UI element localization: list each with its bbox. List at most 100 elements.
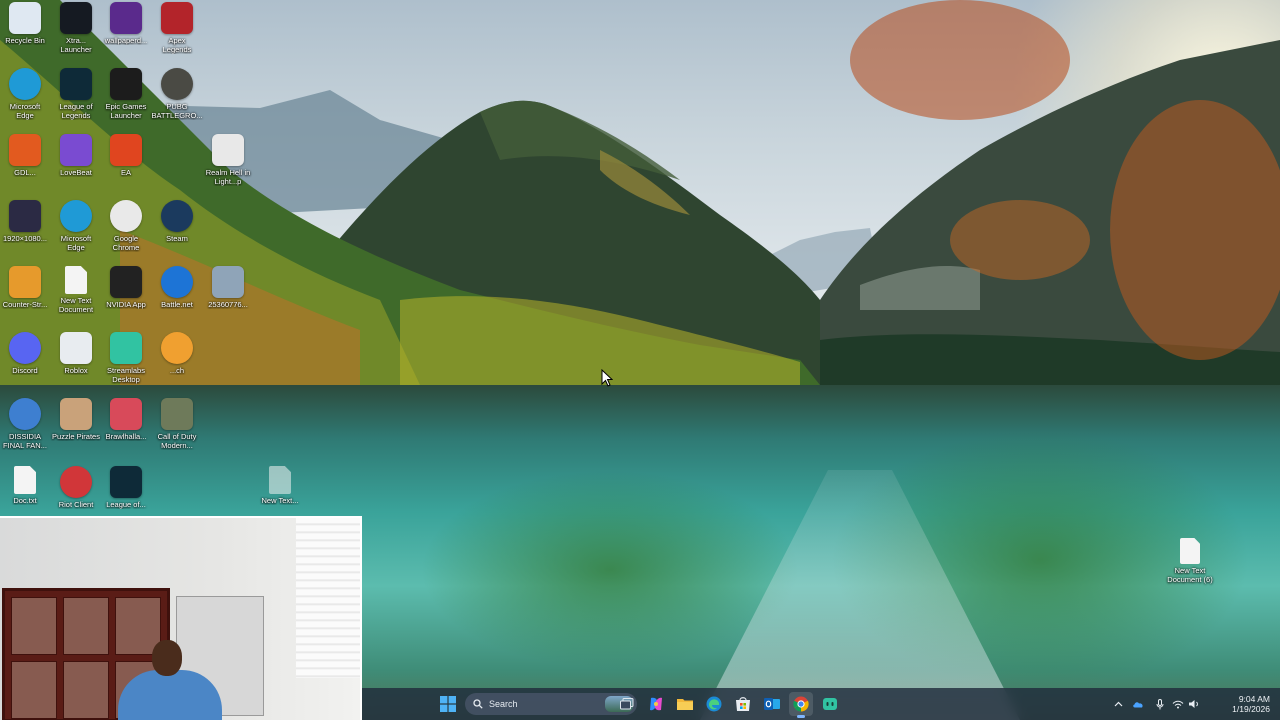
onedrive-cloud-icon[interactable] xyxy=(1132,698,1144,710)
desktop-icon-ea[interactable]: EA xyxy=(101,134,151,177)
streamlabs-icon xyxy=(823,698,837,710)
desktop-icon-label: Microsoft Edge xyxy=(60,234,92,252)
desktop-icon-streamlabs[interactable]: Streamlabs Desktop xyxy=(101,332,151,384)
room-window-blinds xyxy=(296,518,360,678)
outlook-button[interactable] xyxy=(760,692,784,716)
chevron-up-icon[interactable] xyxy=(1112,698,1124,710)
desktop-icon-discord[interactable]: Discord xyxy=(0,332,50,375)
desktop-icon-epic[interactable]: Epic Games Launcher xyxy=(101,68,151,120)
desktop-icon-photo[interactable]: 25360776... xyxy=(203,266,253,309)
clock-time: 9:04 AM xyxy=(1238,694,1270,704)
chrome-icon xyxy=(110,200,142,232)
desktop-icon-recycle-bin[interactable]: Recycle Bin xyxy=(0,2,50,45)
mouse-pointer-icon xyxy=(601,369,613,387)
desktop-icon-roblox[interactable]: Roblox xyxy=(51,332,101,375)
desktop-icon-chrome[interactable]: Google Chrome xyxy=(101,200,151,252)
epic-games-icon xyxy=(110,68,142,100)
desktop-icon-overwatch[interactable]: ...ch xyxy=(152,332,202,375)
taskbar: Search 9:04 AM 1/19/2026 xyxy=(362,688,1280,720)
desktop-icon-nvidia[interactable]: NVIDIA App xyxy=(101,266,151,309)
desktop-icon-label: Steam xyxy=(166,234,188,243)
riot-client-icon xyxy=(60,466,92,498)
desktop-icon-edge-1[interactable]: Microsoft Edge xyxy=(0,68,50,120)
text-document-icon xyxy=(269,466,291,494)
wifi-icon[interactable] xyxy=(1172,698,1184,710)
steam-icon xyxy=(161,200,193,232)
league-of-legends-icon xyxy=(60,68,92,100)
microsoft-store-button[interactable] xyxy=(731,692,755,716)
desktop-icon-label: Discord xyxy=(12,366,38,375)
desktop-icon-steam[interactable]: Steam xyxy=(152,200,202,243)
streamlabs-button[interactable] xyxy=(818,692,842,716)
desktop-icon-label: EA xyxy=(120,168,131,177)
microsoft-store-icon xyxy=(736,697,750,711)
pubg-helmet-icon xyxy=(161,68,193,100)
desktop-icon-label: New Text... xyxy=(261,496,299,505)
desktop-icon-new-text-1[interactable]: New Text Document xyxy=(51,266,101,314)
desktop-icon-label: wallpaperd... xyxy=(104,36,148,45)
desktop-icon-label: Microsoft Edge xyxy=(9,102,41,120)
desktop-icon-puzzle-pirates[interactable]: Puzzle Pirates xyxy=(51,398,101,441)
desktop-icon-label: 1920×1080... xyxy=(2,234,47,243)
desktop-icon-label: 25360776... xyxy=(208,300,248,309)
taskbar-search-box[interactable]: Search xyxy=(465,693,637,715)
desktop-icon-realm[interactable]: Realm Hell in Light...p xyxy=(203,134,253,186)
chrome-button[interactable] xyxy=(789,692,813,718)
desktop-icon-cs[interactable]: Counter-Str... xyxy=(0,266,50,309)
desktop-icon-label: Puzzle Pirates xyxy=(52,432,100,441)
edge-icon xyxy=(706,696,722,712)
desktop-icon-league[interactable]: League of Legends xyxy=(51,68,101,120)
desktop-icon-battlenet[interactable]: Battle.net xyxy=(152,266,202,309)
overwatch-icon xyxy=(161,332,193,364)
webcam-overlay xyxy=(0,516,362,720)
desktop-icon-label: New Text Document xyxy=(58,296,94,314)
desktop-icon-label: Roblox xyxy=(64,366,88,375)
desktop-icon-label: Document (6) xyxy=(1167,575,1213,584)
desktop-icon-brawl[interactable]: Brawlhalla... xyxy=(101,398,151,441)
speaker-icon[interactable] xyxy=(1188,698,1200,710)
desktop-icon-label: League of Legends xyxy=(59,102,93,120)
recycle-bin-icon xyxy=(9,2,41,34)
desktop-icon-cod[interactable]: Call of Duty Modern... xyxy=(152,398,202,450)
roblox-icon xyxy=(60,332,92,364)
taskbar-clock[interactable]: 9:04 AM 1/19/2026 xyxy=(1232,694,1270,714)
text-document-icon xyxy=(1180,538,1200,564)
ea-icon xyxy=(110,134,142,166)
start-button[interactable] xyxy=(436,692,460,716)
brawl-icon xyxy=(110,398,142,430)
desktop-icon-gdlauncher[interactable]: GDL... xyxy=(0,134,50,177)
desktop-icon-label: NVIDIA App xyxy=(106,300,146,309)
desktop-icon-apex[interactable]: Apex Legends xyxy=(152,2,202,54)
globe-icon xyxy=(9,398,41,430)
desktop-icon-label: Brawlhalla... xyxy=(105,432,147,441)
file-explorer-button[interactable] xyxy=(673,692,697,716)
desktop-icon-label: GDL... xyxy=(14,168,36,177)
desktop-icon-label: Recycle Bin xyxy=(5,36,45,45)
desktop-icon-league-2[interactable]: League of... xyxy=(101,466,151,509)
desktop-icon-pubg[interactable]: PUBG BATTLEGRO... xyxy=(151,68,203,120)
streamer-body xyxy=(118,670,222,720)
desktop-icon-res-file[interactable]: 1920×1080... xyxy=(0,200,50,243)
desktop-icon-doc[interactable]: Doc.txt xyxy=(0,466,50,505)
microphone-icon[interactable] xyxy=(1154,698,1166,710)
photo-file-icon xyxy=(212,266,244,298)
edge-button[interactable] xyxy=(702,692,726,716)
desktop-icon-lovebeat[interactable]: LoveBeat xyxy=(51,134,101,177)
desktop-icon-label: Riot Client xyxy=(58,500,94,509)
nvidia-icon xyxy=(110,266,142,298)
desktop-icon-new-text-2[interactable]: New Text... xyxy=(255,466,305,505)
desktop-icon-new-text-document-6[interactable]: New Text Document (6) xyxy=(1160,538,1220,584)
task-view-button[interactable] xyxy=(615,692,639,716)
desktop-icon-wallpaper[interactable]: wallpaperd... xyxy=(101,2,151,45)
desktop-icon-dissidia[interactable]: DISSIDIA FINAL FAN... xyxy=(0,398,50,450)
launcher-hex-icon xyxy=(9,134,41,166)
desktop-icon-x-app[interactable]: Xtra... Launcher xyxy=(51,2,101,54)
desktop-icon-edge-2[interactable]: Microsoft Edge xyxy=(51,200,101,252)
copilot-button[interactable] xyxy=(644,692,668,716)
desktop-icon-label: New Text xyxy=(1174,566,1206,575)
clock-date: 1/19/2026 xyxy=(1232,704,1270,714)
battlenet-icon xyxy=(161,266,193,298)
desktop-icon-label: DISSIDIA FINAL FAN... xyxy=(3,432,47,450)
desktop-icon-riot[interactable]: Riot Client xyxy=(51,466,101,509)
task-view-icon xyxy=(620,698,634,710)
